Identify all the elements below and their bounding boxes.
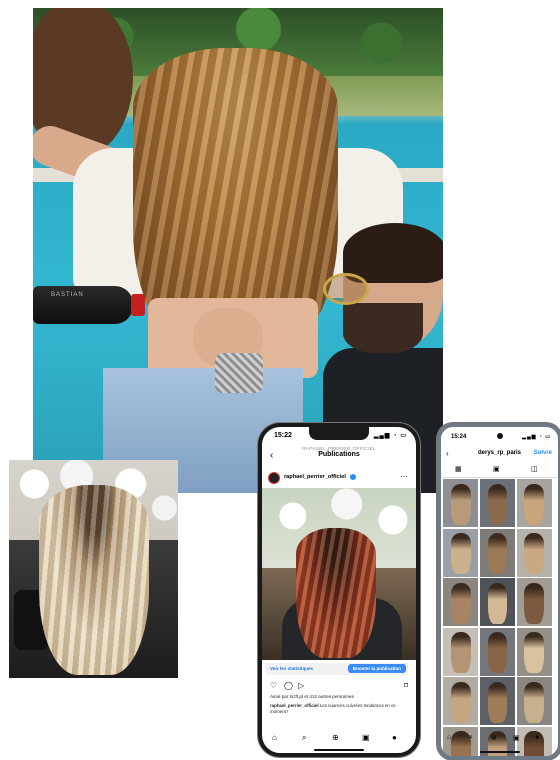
status-time: 15:22 [274, 432, 292, 439]
verified-badge-icon [350, 474, 356, 480]
view-stats-link[interactable]: Voir les statistiques [270, 666, 313, 671]
grid-post-thumbnail[interactable] [480, 529, 515, 577]
avatar[interactable] [268, 472, 280, 484]
hero-photo: BASTIAN [33, 8, 443, 493]
grid-post-thumbnail[interactable] [443, 677, 478, 725]
search-icon[interactable]: ⌕ [302, 733, 306, 743]
grid-post-thumbnail[interactable] [517, 578, 552, 626]
grid-post-thumbnail[interactable] [517, 628, 552, 676]
grid-post-thumbnail[interactable] [443, 578, 478, 626]
reels-icon[interactable]: ▣ [362, 733, 370, 742]
post-actions: ♡ ◯ ▷ ⌑ [262, 681, 416, 693]
grid-post-thumbnail[interactable] [443, 479, 478, 527]
more-options-icon[interactable]: ··· [400, 472, 408, 481]
share-icon[interactable]: ▷ [298, 681, 304, 690]
grid-post-thumbnail[interactable] [517, 479, 552, 527]
silver-cuff [215, 353, 263, 393]
bottom-nav: ⌂ ⌕ ⊕ ▣ ● [262, 733, 416, 747]
back-arrow-icon[interactable]: ‹ [270, 450, 273, 461]
status-bar: 15:24 ▂▄▆ ◔ ▭ [441, 427, 558, 445]
stylist-hair [343, 223, 443, 283]
post-username[interactable]: raphael_perrier_officiel [284, 474, 346, 480]
grid-post-thumbnail[interactable] [517, 529, 552, 577]
posts-header: ‹ RAPHAEL_PERRIER_OFFICIEL Publications [262, 444, 416, 466]
add-post-icon[interactable]: ⊕ [491, 734, 497, 742]
phone-instagram-profile: 15:24 ▂▄▆ ◔ ▭ ‹ derys_rp_paris Suivre ▦ … [437, 423, 560, 760]
grid-post-thumbnail[interactable] [480, 628, 515, 676]
status-bar: 15:22 ▂▄▆ ◔ ▭ [262, 427, 416, 443]
grid-post-thumbnail[interactable] [480, 578, 515, 626]
comment-icon[interactable]: ◯ [284, 681, 293, 690]
add-post-icon[interactable]: ⊕ [332, 733, 339, 742]
phone-notch [309, 427, 369, 440]
spray-cap [131, 294, 145, 316]
search-icon[interactable]: ⌕ [469, 734, 473, 742]
grid-post-thumbnail[interactable] [443, 529, 478, 577]
profile-icon[interactable]: ● [535, 734, 539, 741]
tagged-tab-icon[interactable]: ◫ [531, 465, 538, 473]
profile-icon[interactable]: ● [392, 733, 397, 742]
home-indicator [480, 751, 520, 753]
blonde-balayage-hair [39, 485, 149, 675]
reels-tab-icon[interactable]: ▣ [493, 465, 500, 473]
insights-bar: Voir les statistiques Booster la publica… [266, 663, 408, 675]
copper-hair [296, 528, 376, 658]
grid-post-thumbnail[interactable] [443, 628, 478, 676]
reels-icon[interactable]: ▣ [513, 734, 520, 742]
bottom-nav: ⌂ ⌕ ⊕ ▣ ● [441, 734, 558, 746]
posts-grid [443, 479, 552, 726]
home-icon[interactable]: ⌂ [447, 734, 451, 741]
sunglasses [323, 273, 369, 305]
grid-post-thumbnail[interactable] [480, 479, 515, 527]
likes-count[interactable]: Aimé par lozft.pl et 412 autres personne… [270, 694, 354, 699]
spray-can-label: BASTIAN [51, 292, 84, 298]
status-icons: ▂▄▆ ◔ ▭ [522, 434, 551, 440]
home-icon[interactable]: ⌂ [272, 733, 277, 742]
profile-header: ‹ derys_rp_paris Suivre [441, 449, 558, 461]
phone-instagram-post: 15:22 ▂▄▆ ◔ ▭ ‹ RAPHAEL_PERRIER_OFFICIEL… [258, 423, 420, 757]
home-indicator [314, 749, 364, 751]
profile-tabs: ▦ ▣ ◫ [441, 465, 558, 478]
boost-post-button[interactable]: Booster la publication [348, 664, 406, 673]
spray-can: BASTIAN [33, 286, 133, 324]
blonde-hair-photo [9, 460, 178, 678]
caption-username[interactable]: raphael_perrier_officiel [270, 703, 319, 708]
follow-button[interactable]: Suivre [534, 450, 552, 456]
page-title: Publications [262, 451, 416, 458]
grid-tab-icon[interactable]: ▦ [455, 465, 462, 473]
grid-post-thumbnail[interactable] [517, 677, 552, 725]
post-image[interactable] [262, 488, 416, 660]
bookmark-icon[interactable]: ⌑ [404, 681, 408, 690]
status-icons: ▂▄▆ ◔ ▭ [374, 432, 407, 439]
grid-post-thumbnail[interactable] [480, 677, 515, 725]
front-camera [497, 433, 503, 439]
heart-icon[interactable]: ♡ [270, 681, 277, 690]
post-caption: raphael_perrier_officiel Les nuances cui… [270, 703, 405, 715]
stylist-beard [343, 303, 423, 353]
status-time: 15:24 [451, 434, 466, 440]
post-author-row: raphael_perrier_officiel ··· [262, 469, 416, 487]
